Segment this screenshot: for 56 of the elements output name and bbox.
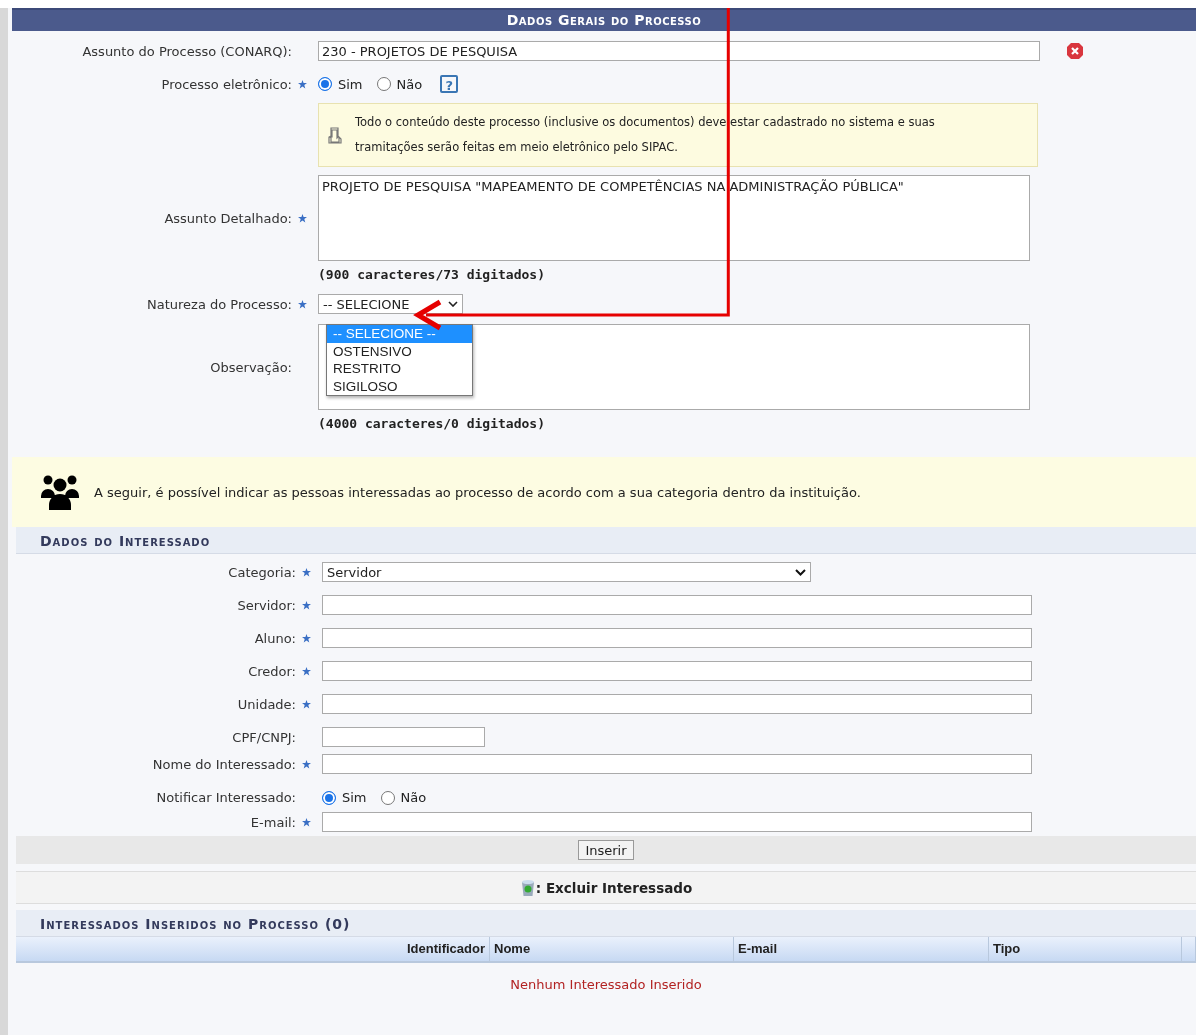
- field-label: Categoria:: [227, 564, 297, 580]
- empty-message: Nenhum Interessado Inserido: [509, 976, 703, 992]
- field-label: Unidade:: [236, 696, 297, 712]
- text-field[interactable]: [322, 727, 485, 747]
- people-icon: [40, 474, 80, 510]
- section-header: Dados Gerais do Processo: [12, 8, 1196, 31]
- trash-icon: [519, 878, 536, 897]
- character-counter: (4000 caracteres/0 digitados): [317, 415, 546, 431]
- column-header: Identificador: [16, 937, 490, 961]
- text-field[interactable]: [322, 694, 1032, 714]
- text-field[interactable]: [322, 812, 1032, 832]
- field-label: Credor:: [247, 663, 297, 679]
- dropdown-option[interactable]: OSTENSIVO: [327, 342, 472, 360]
- field-label: Natureza do Processo:: [146, 296, 293, 312]
- caret-icon: [795, 568, 806, 576]
- subject-field[interactable]: 230 - PROJETOS DE PESQUISA: [318, 41, 1040, 61]
- column-header: Tipo: [989, 937, 1182, 961]
- text-field[interactable]: [322, 595, 1032, 615]
- field-label: Observação:: [209, 359, 293, 375]
- dropdown-option[interactable]: SIGILOSO: [327, 377, 472, 395]
- text-field[interactable]: [322, 661, 1032, 681]
- field-label: Processo eletrônico:: [160, 76, 293, 92]
- text-field[interactable]: [322, 754, 1032, 774]
- radio-label[interactable]: Sim: [342, 790, 367, 805]
- field-label: Servidor:: [236, 597, 297, 613]
- field-label: CPF/CNPJ:: [231, 729, 297, 745]
- help-button[interactable]: ?: [440, 75, 459, 93]
- field-label: E-mail:: [249, 814, 297, 830]
- radio-label[interactable]: Não: [400, 790, 427, 805]
- field-label: Nome do Interessado:: [151, 756, 297, 772]
- character-counter: (900 caracteres/73 digitados): [317, 266, 546, 282]
- info-text: A seguir, é possível indicar as pessoas interessadas ao processo de acordo com a sua categoria dentro da instituição.: [94, 484, 861, 500]
- section-header: Interessados Inseridos no Processo (0): [16, 910, 1196, 937]
- radio-label[interactable]: Não: [396, 76, 423, 92]
- dropdown-option[interactable]: RESTRITO: [327, 360, 472, 378]
- radio-button[interactable]: [376, 77, 391, 91]
- remove-icon[interactable]: [1066, 42, 1084, 60]
- field-label: Notificar Interessado:: [155, 790, 297, 805]
- insert-button[interactable]: Inserir: [578, 840, 634, 860]
- field-label: Assunto Detalhado:: [163, 210, 293, 226]
- category-select[interactable]: Servidor: [322, 562, 811, 582]
- column-header: Nome: [490, 937, 734, 961]
- legend-text: : Excluir Interessado: [535, 879, 693, 896]
- radio-button[interactable]: [380, 790, 395, 805]
- notice-text: Todo o conteúdo deste processo (inclusive os documentos) deve estar cadastrado no sistema e suas tramitações serão feitas em meio eletrônico pelo SIPAC.: [355, 114, 936, 156]
- field-label: Assunto do Processo (CONARQ):: [81, 43, 293, 59]
- document-icon: [327, 126, 343, 144]
- field-label: Aluno:: [253, 630, 297, 646]
- text-field[interactable]: [322, 628, 1032, 648]
- nature-select[interactable]: -- SELECIONE: [318, 294, 463, 314]
- radio-label[interactable]: Sim: [338, 76, 363, 92]
- section-header: Dados do Interessado: [16, 527, 1196, 554]
- caret-icon: [448, 301, 458, 307]
- column-header: E-mail: [734, 937, 989, 961]
- radio-button[interactable]: [322, 790, 336, 805]
- radio-button[interactable]: [318, 77, 332, 91]
